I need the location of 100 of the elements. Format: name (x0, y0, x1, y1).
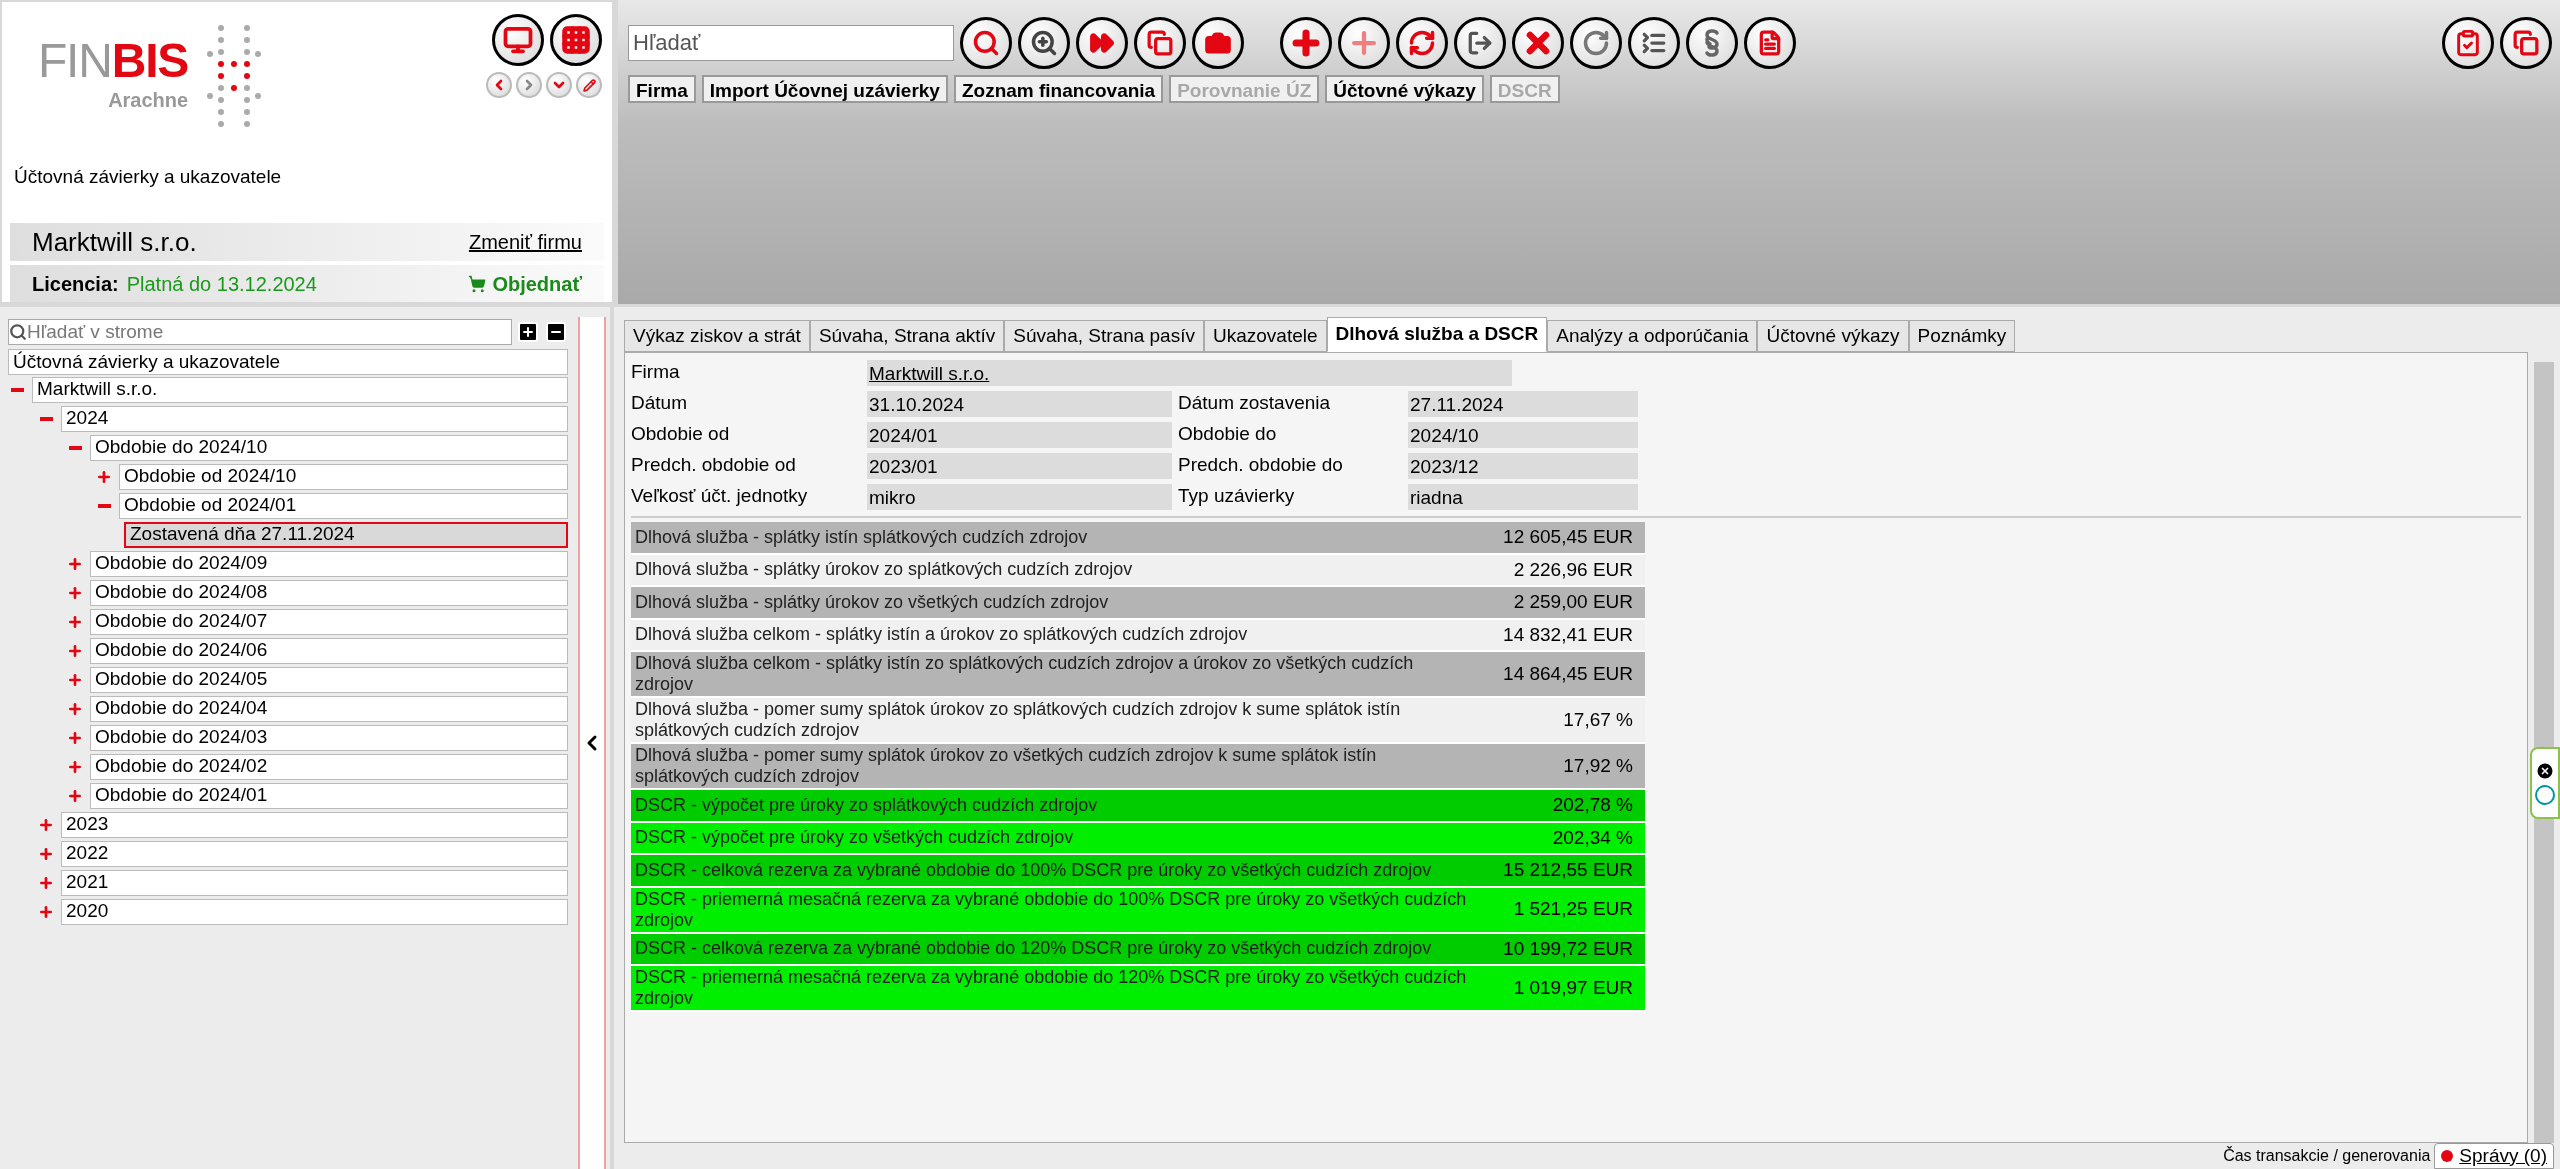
tree-item[interactable]: 2024 (61, 405, 568, 432)
tree-item[interactable]: Obdobie od 2024/01 (119, 492, 568, 519)
cart-icon (468, 274, 487, 293)
tab[interactable]: Dlhová služba a DSCR (1326, 317, 1548, 352)
row-label: Dlhová služba celkom - splátky istín a úrokov zo splátkových cudzích zdrojov (634, 624, 1249, 646)
tab[interactable]: Súvaha, Strana aktív (809, 320, 1005, 352)
document-button[interactable] (1744, 17, 1796, 69)
field-label: Veľkosť účt. jednotky (631, 484, 809, 509)
fast-forward-icon (1089, 30, 1115, 56)
row-value: 202,34 % (1551, 825, 1634, 850)
clipboard-check-button[interactable] (2442, 17, 2494, 69)
tree-item[interactable]: Obdobie do 2024/02 (90, 753, 568, 780)
tree-search-field[interactable]: Hľadať v strome (8, 319, 512, 345)
order-link[interactable]: Objednať (468, 268, 582, 299)
row-label: DSCR - výpočet pre úroky zo všetkých cudzích zdrojov (634, 827, 1075, 849)
field-value: 31.10.2024 (867, 390, 1172, 417)
row-value: 10 199,72 EUR (1502, 936, 1634, 961)
nav-button[interactable]: Zoznam financovania (953, 75, 1164, 103)
browser-extension-widget[interactable] (2530, 747, 2560, 819)
field-value: 2024/10 (1408, 421, 1638, 448)
expand-all-icon[interactable] (516, 320, 540, 344)
logo-subtitle: Arachne (108, 87, 189, 113)
zoom-button[interactable] (1018, 17, 1070, 69)
plus-outline-button[interactable] (1338, 17, 1390, 69)
forward-button[interactable] (516, 72, 542, 98)
tab[interactable]: Súvaha, Strana pasív (1004, 320, 1204, 352)
company-link[interactable]: Marktwill s.r.o. (867, 359, 1512, 386)
field-label: Dátum (631, 391, 688, 416)
row-label: DSCR - priemerná mesačná rezerva za vybrané obdobie do 120% DSCR pre úroky zo všetkých cudzích zdrojov (634, 967, 1468, 1009)
windows-icon (2513, 30, 2539, 56)
edit-button[interactable] (576, 72, 602, 98)
messages-button[interactable]: Správy (0) (2434, 1143, 2554, 1169)
clipboard-check-icon (2454, 29, 2482, 57)
tree-item[interactable]: Obdobie od 2024/10 (119, 463, 568, 490)
field-label: Firma (631, 360, 681, 385)
tree-item[interactable]: Zostavená dňa 27.11.2024 (124, 521, 568, 548)
tab[interactable]: Ukazovatele (1203, 320, 1327, 352)
row-label: DSCR - celková rezerva za vybrané obdobie do 100% DSCR pre úroky zo všetkých cudzích zdrojov (634, 859, 1433, 881)
tree-item[interactable]: Obdobie do 2024/01 (90, 782, 568, 809)
field-label: Predch. obdobie od (631, 453, 797, 478)
tab[interactable]: Účtovné výkazy (1757, 320, 1909, 352)
row-label: Dlhová služba - pomer sumy splátok úrokov zo všetkých cudzích zdrojov k sume splátok istín splátkových cudzích zdrojov (634, 745, 1378, 787)
tree-item[interactable]: 2022 (61, 840, 568, 867)
nav-button[interactable]: Účtovné výkazy (1325, 75, 1484, 103)
rotate-button[interactable] (1570, 17, 1622, 69)
dropdown-button[interactable] (546, 72, 572, 98)
tree-item[interactable]: 2023 (61, 811, 568, 838)
tab[interactable]: Výkaz ziskov a strát (624, 320, 810, 352)
search-button[interactable] (960, 17, 1012, 69)
tree-item[interactable]: Obdobie do 2024/04 (90, 695, 568, 722)
row-value: 2 259,00 EUR (1512, 590, 1634, 614)
grid-button[interactable] (550, 14, 602, 66)
nav-button[interactable]: Import Účovnej uzávierky (701, 75, 948, 103)
tree-item[interactable]: Obdobie do 2024/03 (90, 724, 568, 751)
plus-button[interactable] (1280, 17, 1332, 69)
tree-item[interactable]: 2020 (61, 898, 568, 925)
exit-icon (1467, 30, 1493, 56)
collapse-list-button[interactable] (1628, 17, 1680, 69)
tree-item[interactable]: Obdobie do 2024/09 (90, 550, 568, 577)
change-company-link[interactable]: Zmeniť firmu (468, 227, 582, 258)
exit-button[interactable] (1454, 17, 1506, 69)
close-button[interactable] (1512, 17, 1564, 69)
paragraph-button[interactable] (1686, 17, 1738, 69)
windows-button[interactable] (2500, 17, 2552, 69)
fast-forward-button[interactable] (1076, 17, 1128, 69)
monitor-eyes-button[interactable] (492, 14, 544, 66)
edit-icon (582, 78, 596, 92)
status-text: Čas transakcie / generovania (2223, 1145, 2431, 1166)
company-name: Marktwill s.r.o. (32, 225, 197, 259)
refresh-button[interactable] (1396, 17, 1448, 69)
field-label: Predch. obdobie do (1177, 453, 1344, 478)
collapse-list-icon (1641, 30, 1667, 56)
tab[interactable]: Poznámky (1908, 320, 2016, 352)
tree-item[interactable]: Marktwill s.r.o. (32, 376, 568, 403)
paragraph-icon (1702, 28, 1722, 58)
windows-icon (1147, 30, 1173, 56)
tree-item[interactable]: Obdobie do 2024/05 (90, 666, 568, 693)
tree-root-item[interactable]: Účtovná závierky a ukazovatele (8, 349, 568, 375)
windows-button[interactable] (1134, 17, 1186, 69)
tab[interactable]: Analýzy a odporúčania (1547, 320, 1758, 352)
close-icon[interactable] (2535, 761, 2555, 781)
spider-logo-icon (206, 23, 263, 128)
tree-item[interactable]: Obdobie do 2024/06 (90, 637, 568, 664)
module-title: Účtovná závierky a ukazovatele (14, 164, 282, 189)
field-value: mikro (867, 483, 1172, 510)
tree-item[interactable]: 2021 (61, 869, 568, 896)
tree-item[interactable]: Obdobie do 2024/08 (90, 579, 568, 606)
field-value: 2023/01 (867, 452, 1172, 479)
collapse-all-icon[interactable] (544, 320, 568, 344)
tree-item[interactable]: Obdobie do 2024/10 (90, 434, 568, 461)
nav-button[interactable]: Firma (628, 75, 696, 103)
row-value: 12 605,45 EUR (1502, 525, 1634, 549)
field-value: 2023/12 (1408, 452, 1638, 479)
search-icon (972, 29, 1000, 57)
back-button[interactable] (486, 72, 512, 98)
scrollbar[interactable] (2534, 362, 2554, 1143)
search-field[interactable]: Hľadať (628, 25, 954, 61)
field-label: Obdobie do (1177, 422, 1278, 447)
row-label: DSCR - priemerná mesačná rezerva za vybrané obdobie do 100% DSCR pre úroky zo všetkých cudzích zdrojov (634, 888, 1468, 931)
tree-item[interactable]: Obdobie do 2024/07 (90, 608, 568, 635)
